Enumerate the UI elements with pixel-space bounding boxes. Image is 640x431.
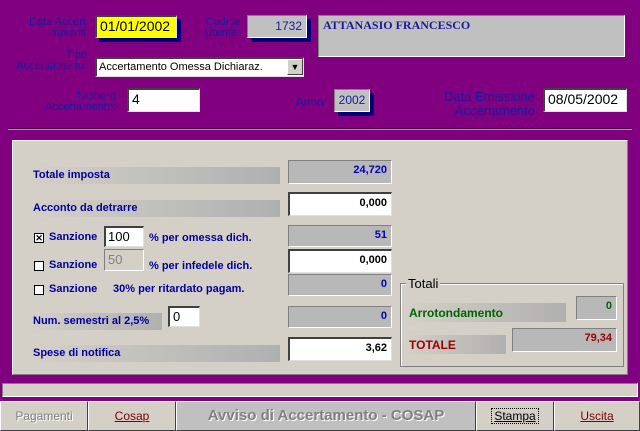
- spese-notifica-field[interactable]: 3,62: [288, 337, 392, 361]
- anno-label: Anno:: [295, 95, 327, 109]
- totale-field: 79,34: [512, 328, 617, 352]
- semestri-input[interactable]: 0: [168, 306, 200, 327]
- sanzione-infedele-pct-input[interactable]: 50: [104, 249, 144, 271]
- acconto-field[interactable]: 0,000: [288, 192, 392, 216]
- stampa-button[interactable]: Stampa: [476, 401, 554, 431]
- totale-label: TOTALE: [406, 335, 506, 354]
- arrotondamento-field: 0: [576, 296, 617, 320]
- cosap-button[interactable]: Cosap: [88, 401, 176, 431]
- footer-title-text: Avviso di Accertamento - COSAP: [207, 407, 445, 424]
- cosap-label: Cosap: [114, 409, 150, 423]
- numero-accertamento-label: Numero Accertamento:: [45, 90, 116, 113]
- tipo-accertamento-label: Tipo Accertamento:: [16, 49, 87, 72]
- pagamenti-label: Pagamenti: [15, 409, 73, 423]
- data-emissione-label: Data Emissione Accertamento: [443, 89, 535, 118]
- sanzione-omessa-pct-input[interactable]: 100: [104, 226, 144, 247]
- sanzione-omessa-label: Sanzione: [49, 231, 98, 243]
- stampa-label: Stampa: [491, 408, 539, 424]
- sanzione-infedele-checkbox[interactable]: [34, 261, 44, 271]
- semestri-label: Num. semestri al 2,5%: [30, 313, 162, 330]
- tipo-accertamento-value: Accertamento Omessa Dichiaraz.: [99, 61, 263, 73]
- pagamenti-button[interactable]: Pagamenti: [0, 401, 88, 431]
- sanzione-omessa-checkbox[interactable]: ✕: [34, 233, 44, 243]
- numero-accertamento-field[interactable]: 4: [127, 88, 200, 112]
- sanzione-ritardato-field: 0: [288, 274, 392, 296]
- acconto-label: Acconto da detrarre: [30, 200, 280, 217]
- divider: [8, 128, 632, 130]
- sanzione-ritardato-desc: 30% per ritardato pagam.: [113, 283, 245, 295]
- data-accert-label: Data Accert impianti: [29, 16, 86, 39]
- sanzione-omessa-field: 51: [288, 225, 392, 247]
- data-accert-field[interactable]: 01/01/2002: [95, 15, 177, 38]
- anno-field: 2002: [334, 89, 370, 112]
- nome-utente-field: ATTANASIO FRANCESCO: [318, 15, 625, 57]
- codice-utente-label: Codice Utente:: [204, 16, 240, 39]
- totale-imposta-field: 24,720: [288, 160, 392, 184]
- codice-utente-field: 1732: [247, 15, 307, 38]
- totali-title: Totali: [406, 276, 441, 291]
- sanzione-ritardato-label: Sanzione: [49, 283, 98, 295]
- semestri-field: 0: [288, 306, 392, 328]
- sanzione-omessa-desc: % per omessa dich.: [149, 232, 252, 244]
- footer-title: Avviso di Accertamento - COSAP: [176, 401, 476, 431]
- arrotondamento-label: Arrotondamento: [406, 303, 566, 322]
- sanzione-ritardato-checkbox[interactable]: [34, 285, 44, 295]
- uscita-button[interactable]: Uscita: [554, 401, 640, 431]
- sanzione-infedele-desc: % per infedele dich.: [149, 260, 253, 272]
- data-emissione-field[interactable]: 08/05/2002: [543, 88, 627, 112]
- sanzione-infedele-field[interactable]: 0,000: [288, 249, 392, 273]
- sanzione-infedele-label: Sanzione: [49, 259, 98, 271]
- totale-imposta-label: Totale imposta: [30, 167, 280, 184]
- chevron-down-icon[interactable]: ▼: [287, 59, 303, 75]
- uscita-label: Uscita: [580, 409, 614, 423]
- status-strip: [2, 383, 638, 397]
- tipo-accertamento-select[interactable]: Accertamento Omessa Dichiaraz. ▼: [95, 57, 304, 77]
- spese-notifica-label: Spese di notifica: [30, 345, 280, 362]
